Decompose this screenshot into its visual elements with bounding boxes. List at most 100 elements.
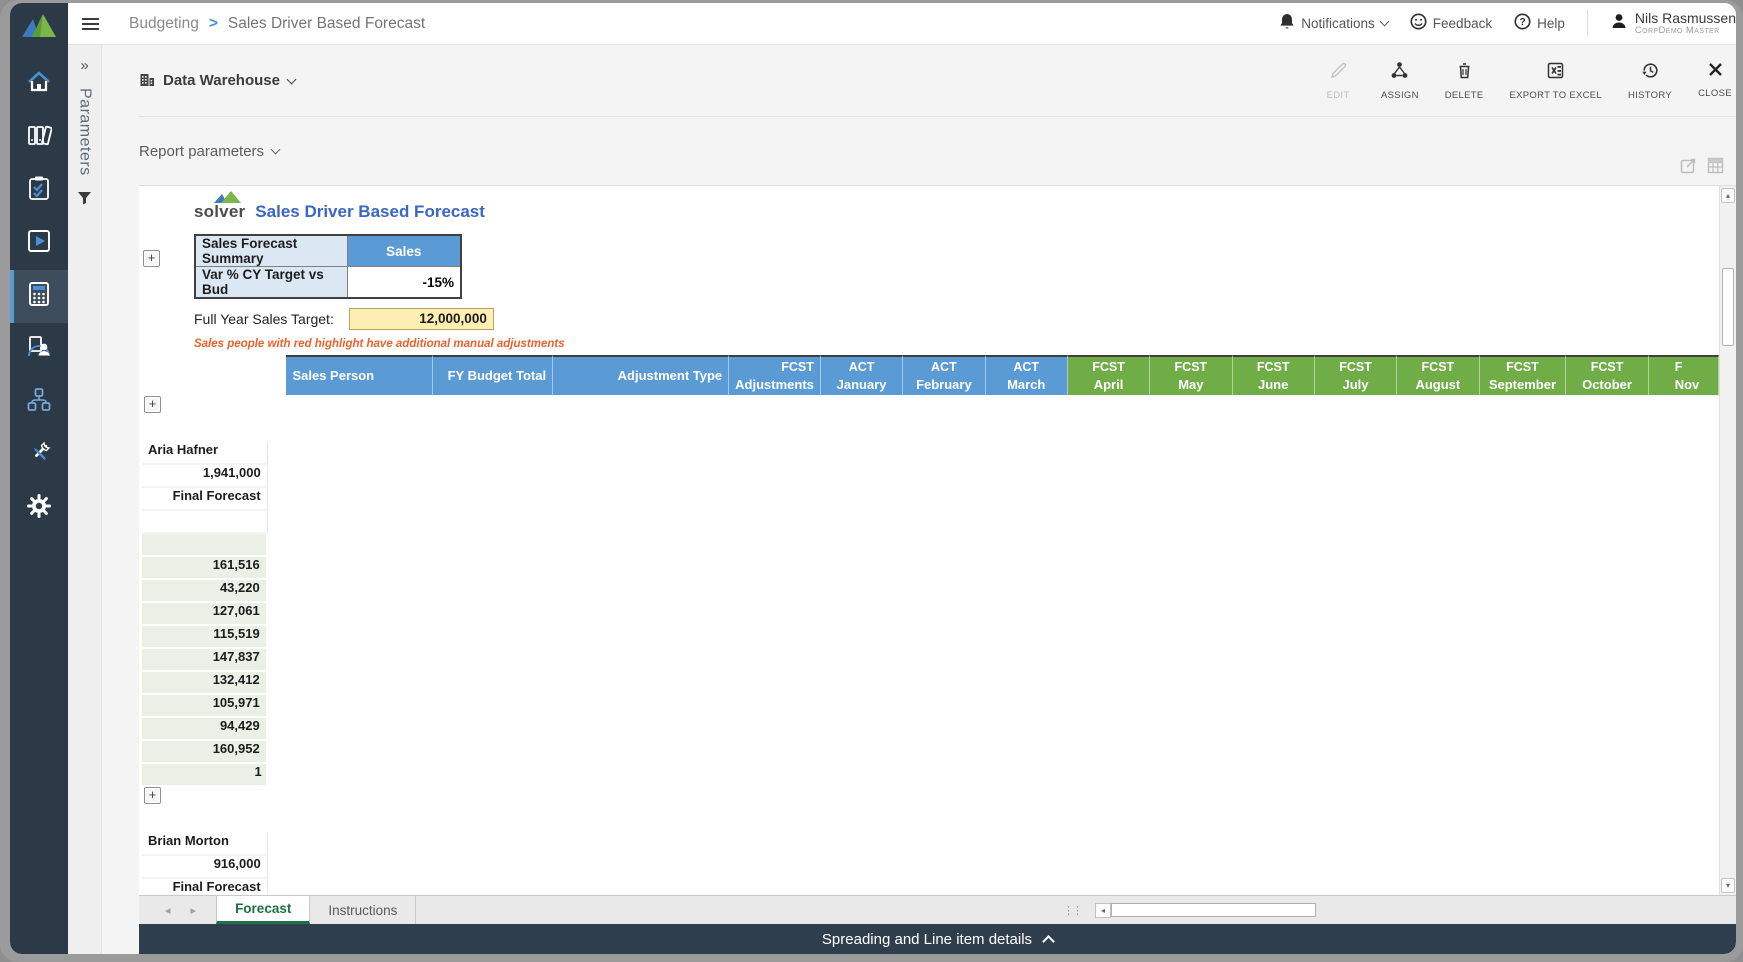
month-value-cell[interactable]: 132,412 [142,672,268,695]
grid-view-icon[interactable] [1707,157,1724,179]
feedback-button[interactable]: Feedback [1410,13,1492,33]
sales-target-input[interactable]: 12,000,000 [349,308,494,330]
vertical-scroll-thumb[interactable] [1722,268,1734,346]
excel-icon [1546,61,1565,85]
expand-row-button[interactable]: + [144,396,161,413]
summary-row-value[interactable]: -15% [347,267,461,299]
summary-expander[interactable]: + [143,250,160,267]
parameters-label[interactable]: Parameters [76,88,94,176]
details-bar[interactable]: Spreading and Line item details [139,924,1736,954]
table-row: + Aria Hafner1,941,000Final Forecast 161,5… [142,396,268,787]
breadcrumb-current: Sales Driver Based Forecast [228,15,425,33]
column-header-sales-person: Sales Person [286,355,432,396]
report-title: Sales Driver Based Forecast [255,202,485,222]
horizontal-scrollbar[interactable]: ⋮⋮ ◂ [1063,896,1736,924]
fy-budget-cell[interactable]: 916,000 [142,856,268,879]
scrollbar-drag-handle[interactable]: ⋮⋮ [1063,904,1081,917]
column-header-march: ACTMarch [986,355,1068,396]
sidebar-item-library[interactable] [10,111,68,164]
sidebar-item-administration[interactable] [10,429,68,482]
month-value-cell[interactable]: 160,952 [142,741,268,764]
parameters-panel-collapsed: » Parameters [68,45,102,954]
user-avatar-icon [1610,12,1628,35]
month-value-cell[interactable]: 161,516 [142,557,268,580]
home-icon [26,69,52,100]
tab-forward-arrow[interactable]: ▸ [191,904,197,917]
adjustment-type-cell[interactable]: Final Forecast [142,488,268,511]
expand-row-button[interactable]: + [144,787,161,804]
export-to-excel-button[interactable]: EXPORT TO EXCEL [1510,61,1603,101]
report-parameters-row: Report parameters [139,117,1736,185]
report-parameters-dropdown[interactable]: Report parameters [139,143,279,160]
horizontal-scroll-thumb[interactable] [1111,903,1316,917]
column-header-september: FCSTSeptember [1480,355,1567,396]
notifications-button[interactable]: Notifications [1279,13,1388,33]
library-icon [26,122,52,153]
month-value-cell[interactable]: 147,837 [142,649,268,672]
report-player-icon [26,228,52,259]
month-value-cell[interactable]: 1 [142,764,268,787]
document-user-icon [26,334,52,365]
sidebar-item-settings[interactable] [10,482,68,535]
month-value-cell[interactable] [142,534,268,557]
pencil-icon [1329,61,1348,85]
user-menu[interactable]: Nils Rasmussen CorpDemo Master [1610,10,1736,37]
row-gutter: + [142,396,268,419]
tab-nav-arrows: ◂ ▸ [139,896,216,924]
data-warehouse-dropdown[interactable]: Data Warehouse [139,71,295,91]
menu-icon[interactable] [82,18,99,30]
sales-person-cell[interactable]: Brian Morton [142,833,268,856]
scroll-up-button[interactable]: ▴ [1721,188,1735,203]
fy-budget-cell[interactable]: 1,941,000 [142,465,268,488]
window-frame: Budgeting > Sales Driver Based Forecast … [0,0,1743,962]
sales-person-cell[interactable]: Aria Hafner [142,442,268,465]
history-button[interactable]: HISTORY [1628,61,1672,101]
month-value-cell[interactable]: 94,429 [142,718,268,741]
horizontal-scroll-track[interactable] [1316,903,1736,917]
edit-button[interactable]: EDIT [1321,61,1355,101]
sidebar-item-home[interactable] [10,58,68,111]
month-value-cell[interactable]: 43,220 [142,580,268,603]
bell-icon [1279,13,1295,33]
filter-funnel-icon [77,190,92,210]
calculator-icon [26,281,52,312]
clipboard-check-icon [26,175,52,206]
red-highlight-note: Sales people with red highlight have add… [194,338,1719,350]
month-value-cell[interactable]: 105,971 [142,695,268,718]
sidebar-item-collaboration[interactable] [10,323,68,376]
expand-panel-icon[interactable]: » [80,57,88,74]
report-title-row: solver Sales Driver Based Forecast [194,196,1719,222]
topbar: Budgeting > Sales Driver Based Forecast … [68,3,1736,45]
tab-forecast[interactable]: Forecast [216,896,310,924]
month-value-cell[interactable]: 115,519 [142,626,268,649]
sidebar-item-process[interactable] [10,376,68,429]
chevron-up-icon [1042,935,1055,948]
sheet-corner-icons [1680,157,1724,179]
solver-wordmark: solver [194,202,245,222]
tab-instructions[interactable]: Instructions [310,896,416,924]
vertical-scrollbar[interactable]: ▴ ▾ [1719,186,1736,895]
forecast-grid: Sales PersonFY Budget TotalAdjustment Ty… [142,355,1719,895]
month-value-cell[interactable]: 127,061 [142,603,268,626]
scroll-down-button[interactable]: ▾ [1721,878,1735,893]
fcst-adjustments-cell[interactable] [142,511,268,534]
gutter-gap [142,419,268,442]
sidebar-item-reporting[interactable] [10,217,68,270]
breadcrumb-budgeting[interactable]: Budgeting [129,15,199,33]
adjustment-type-cell[interactable]: Final Forecast [142,879,268,895]
sidebar-item-tasks[interactable] [10,164,68,217]
sidebar-item-budgeting[interactable] [10,270,68,323]
summary-header-left: Sales Forecast Summary [195,235,347,267]
delete-button[interactable]: DELETE [1445,61,1484,101]
column-header-nov: FNov [1649,355,1719,396]
popout-edit-icon[interactable] [1680,157,1697,179]
tab-back-arrow[interactable]: ◂ [165,904,171,917]
help-button[interactable]: ? Help [1514,13,1565,33]
assign-button[interactable]: ASSIGN [1381,61,1419,101]
close-button[interactable]: CLOSE [1698,61,1732,99]
report-toolbar: EDIT ASSIGN DELETE EXPORT TO EXCEL [1321,61,1736,101]
help-icon: ? [1514,13,1531,33]
data-warehouse-label: Data Warehouse [163,72,280,89]
scroll-left-button[interactable]: ◂ [1095,903,1111,918]
report-parameters-label: Report parameters [139,143,264,160]
